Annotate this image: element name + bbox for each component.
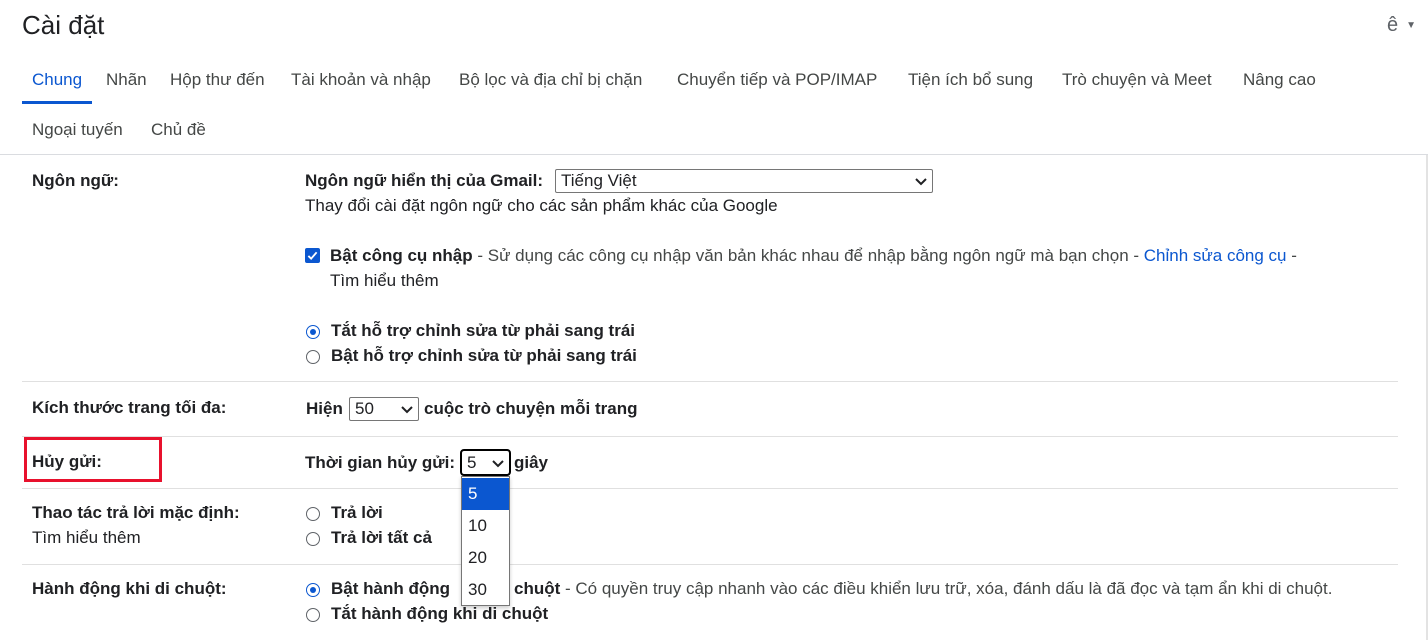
reply-learn-more-link[interactable]: Tìm hiểu thêm: [32, 528, 141, 548]
tab-filters-blocked[interactable]: Bộ lọc và địa chỉ bị chặn: [449, 56, 652, 104]
tab-inbox[interactable]: Hộp thư đến: [160, 56, 275, 104]
input-tools-checkbox[interactable]: [305, 248, 320, 263]
page-size-label: Kích thước trang tối đa:: [32, 398, 227, 417]
display-language-value: Tiếng Việt: [561, 171, 637, 190]
rtl-on-label: Bật hỗ trợ chỉnh sửa từ phải sang trái: [331, 346, 637, 365]
highlight-box: [24, 437, 162, 482]
tab-chat-meet[interactable]: Trò chuyện và Meet: [1052, 56, 1222, 104]
tab-general[interactable]: Chung: [22, 56, 93, 104]
tab-addons[interactable]: Tiện ích bổ sung: [898, 56, 1043, 104]
tab-accounts-import[interactable]: Tài khoản và nhập: [281, 56, 441, 104]
hover-actions-label: Hành động khi di chuột:: [32, 579, 227, 598]
input-tools-title: Bật công cụ nhập: [330, 246, 473, 265]
page-size-suffix: cuộc trò chuyện mỗi trang: [424, 399, 638, 418]
hover-enable-line: chuột - Có quyền truy cập nhanh vào các …: [514, 579, 1332, 599]
hover-disable-label: Tắt hành động khi di chuột: [331, 604, 549, 623]
input-tools-menu[interactable]: ê ▼: [1387, 14, 1416, 37]
input-tools-sep: -: [1286, 246, 1297, 265]
learn-more-link[interactable]: Tìm hiểu thêm: [330, 271, 439, 291]
reply-radio[interactable]: [306, 507, 320, 521]
chevron-down-icon: [492, 459, 504, 467]
tabs-divider: [0, 154, 1428, 155]
reply-all-radio[interactable]: [306, 532, 320, 546]
undo-send-suffix: giây: [514, 453, 549, 472]
page-size-select[interactable]: 50: [349, 397, 419, 421]
undo-send-value: 5: [467, 452, 477, 472]
section-divider: [22, 564, 1398, 565]
undo-send-option[interactable]: 10: [462, 510, 509, 542]
hover-disable-radio[interactable]: [306, 608, 320, 622]
tab-forwarding-pop-imap[interactable]: Chuyển tiếp và POP/IMAP: [667, 56, 887, 104]
reply-behavior-label: Thao tác trả lời mặc định:: [32, 503, 240, 522]
hover-enable-desc: - Có quyền truy cập nhanh vào các điều k…: [560, 579, 1333, 598]
undo-send-option[interactable]: 5: [462, 478, 509, 510]
chevron-down-icon: ▼: [1406, 20, 1416, 31]
undo-send-dropdown: 5 10 20 30: [461, 476, 510, 606]
tab-themes[interactable]: Chủ đề: [141, 106, 216, 154]
undo-send-select[interactable]: 5: [460, 449, 511, 476]
language-label: Ngôn ngữ:: [32, 171, 119, 190]
rtl-off-label: Tắt hỗ trợ chỉnh sửa từ phải sang trái: [331, 321, 636, 340]
other-products-language-link[interactable]: Thay đổi cài đặt ngôn ngữ cho các sản ph…: [305, 196, 778, 216]
page-size-value: 50: [355, 399, 374, 418]
input-tools-desc: - Sử dụng các công cụ nhập văn bản khác …: [472, 246, 1144, 265]
chevron-down-icon: [915, 178, 927, 186]
edit-input-tools-link[interactable]: Chỉnh sửa công cụ: [1144, 246, 1287, 265]
section-divider: [22, 381, 1398, 382]
undo-send-period-label: Thời gian hủy gửi:: [305, 453, 455, 472]
undo-send-option[interactable]: 30: [462, 574, 509, 606]
display-language-label: Ngôn ngữ hiển thị của Gmail:: [305, 171, 544, 190]
input-tools-line: Bật công cụ nhập - Sử dụng các công cụ n…: [330, 246, 1297, 266]
hover-enable-radio[interactable]: [306, 583, 320, 597]
tab-labels[interactable]: Nhãn: [96, 56, 157, 104]
hover-enable-title: Bật hành động: [331, 579, 450, 598]
reply-label: Trả lời: [331, 503, 383, 522]
section-divider: [22, 488, 1398, 489]
tab-offline[interactable]: Ngoại tuyến: [22, 106, 133, 154]
section-divider: [22, 436, 1398, 437]
chevron-down-icon: [401, 406, 413, 414]
undo-send-option[interactable]: 20: [462, 542, 509, 574]
reply-all-label: Trả lời tất cả: [331, 528, 432, 547]
page-title: Cài đặt: [22, 10, 105, 40]
page-size-prefix: Hiện: [306, 399, 343, 418]
rtl-on-radio[interactable]: [306, 350, 320, 364]
input-tool-label: ê: [1386, 14, 1399, 36]
display-language-select[interactable]: Tiếng Việt: [555, 169, 933, 193]
rtl-off-radio[interactable]: [306, 325, 320, 339]
tab-advanced[interactable]: Nâng cao: [1233, 56, 1326, 104]
checkmark-icon: [307, 251, 318, 261]
hover-enable-title-tail: chuột: [514, 579, 561, 598]
